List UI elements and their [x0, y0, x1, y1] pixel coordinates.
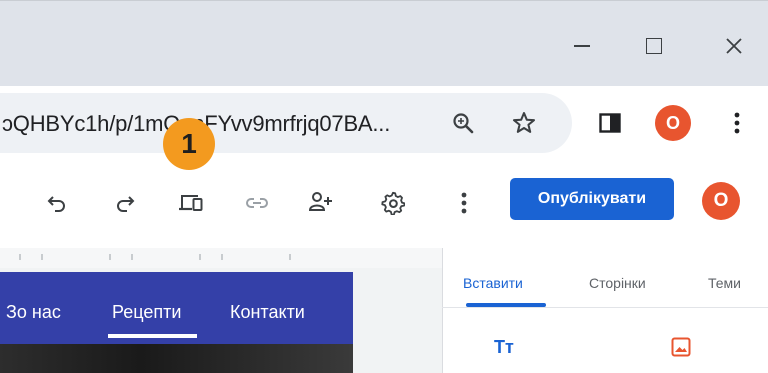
side-panel — [442, 248, 768, 373]
nav-link-contacts[interactable]: Контакти — [230, 302, 305, 323]
settings-button[interactable] — [376, 186, 410, 220]
zoom-icon — [453, 113, 474, 134]
link-icon — [246, 198, 268, 208]
share-button[interactable] — [305, 186, 337, 218]
nav-active-indicator — [108, 334, 197, 338]
insert-link-button[interactable] — [242, 188, 272, 218]
device-preview-icon — [179, 195, 203, 211]
profile-initial: O — [665, 112, 680, 133]
tab-pages[interactable]: Сторінки — [589, 275, 646, 291]
address-bar-row: ɔQHBYc1h/p/1mQ_nFYvv9mrfrjq07BA... O — [0, 86, 768, 165]
ruler-ticks — [19, 254, 291, 260]
site-navigation-bar: Зо нас Рецепти Контакти — [0, 272, 353, 344]
kebab-menu-icon — [461, 192, 467, 214]
nav-link-recipes[interactable]: Рецепти — [112, 302, 181, 323]
gear-icon — [381, 191, 405, 215]
kebab-menu-icon — [734, 112, 740, 134]
minimize-icon — [574, 45, 590, 47]
zoom-button[interactable] — [447, 107, 479, 139]
account-avatar[interactable]: O — [702, 182, 740, 220]
more-options-button[interactable] — [452, 186, 476, 220]
tab-insert[interactable]: Вставити — [463, 275, 523, 291]
close-window-button[interactable] — [714, 28, 754, 64]
close-icon — [726, 38, 742, 54]
publish-button[interactable]: Опублікувати — [510, 178, 674, 220]
maximize-button[interactable] — [634, 28, 674, 64]
minimize-button[interactable] — [562, 28, 602, 64]
undo-button[interactable] — [42, 188, 72, 218]
window-titlebar — [0, 0, 768, 87]
image-icon — [671, 337, 691, 357]
device-preview-button[interactable] — [174, 187, 208, 219]
bookmark-button[interactable] — [508, 107, 540, 139]
side-panel-icon — [599, 113, 621, 133]
text-box-tool[interactable]: Tт — [494, 337, 514, 358]
hero-image — [0, 344, 353, 373]
star-icon — [513, 112, 535, 133]
maximize-icon — [646, 38, 662, 54]
add-person-icon — [308, 192, 332, 211]
browser-profile-avatar[interactable]: O — [655, 105, 691, 141]
step-number-badge: 1 — [163, 118, 215, 170]
avatar-initial: O — [713, 190, 729, 211]
nav-link-about[interactable]: Зо нас — [6, 302, 61, 323]
side-panel-button[interactable] — [594, 107, 626, 139]
panel-divider — [442, 307, 768, 308]
undo-icon — [47, 196, 65, 212]
redo-icon — [117, 196, 135, 212]
ruler — [0, 248, 442, 268]
browser-menu-button[interactable] — [722, 107, 752, 139]
redo-button[interactable] — [110, 188, 140, 218]
insert-image-button[interactable] — [668, 334, 694, 360]
tab-themes[interactable]: Теми — [708, 275, 741, 291]
omnibox[interactable]: ɔQHBYc1h/p/1mQ_nFYvv9mrfrjq07BA... — [0, 93, 572, 153]
